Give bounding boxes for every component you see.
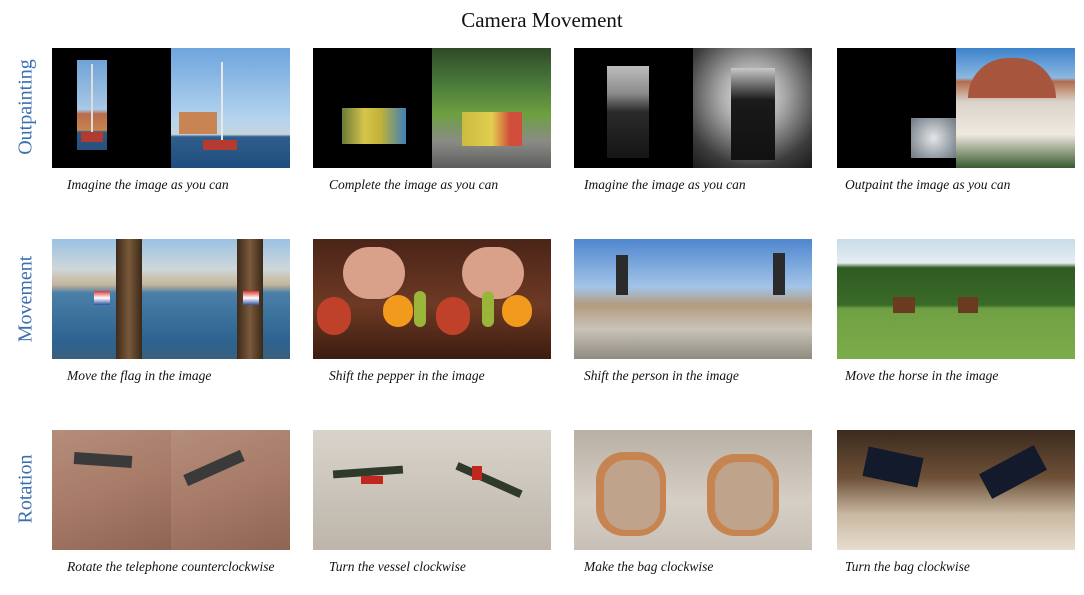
image-pair-sailboat xyxy=(52,48,290,168)
image-pair-bag-1 xyxy=(574,430,812,550)
caption: Outpaint the image as you can xyxy=(845,177,1011,192)
image-pair-singer xyxy=(574,48,812,168)
caption: Imagine the image as you can xyxy=(67,177,229,192)
image-pair-telephone xyxy=(52,430,290,550)
caption: Shift the person in the image xyxy=(584,368,739,383)
caption: Imagine the image as you can xyxy=(584,177,746,192)
figure-title: Camera Movement xyxy=(461,8,623,32)
caption: Make the bag clockwise xyxy=(584,559,714,574)
image-pair-bag-2 xyxy=(837,430,1075,550)
image-pair-person xyxy=(574,239,812,359)
caption: Turn the bag clockwise xyxy=(845,559,970,574)
image-pair-hydrant xyxy=(313,48,551,168)
caption: Move the flag in the image xyxy=(67,368,212,383)
row-label-movement: Movement xyxy=(14,255,37,343)
row-label-rotation: Rotation xyxy=(14,454,37,524)
image-pair-pepper xyxy=(313,239,551,359)
caption: Move the horse in the image xyxy=(845,368,999,383)
image-pair-flag xyxy=(52,239,290,359)
caption: Complete the image as you can xyxy=(329,177,499,192)
row-label-outpainting: Outpainting xyxy=(14,59,37,155)
caption: Turn the vessel clockwise xyxy=(329,559,466,574)
image-pair-vessel xyxy=(313,430,551,550)
image-pair-building xyxy=(837,48,1075,168)
caption: Rotate the telephone counterclockwise xyxy=(67,559,275,574)
image-pair-horse xyxy=(837,239,1075,359)
caption: Shift the pepper in the image xyxy=(329,368,485,383)
